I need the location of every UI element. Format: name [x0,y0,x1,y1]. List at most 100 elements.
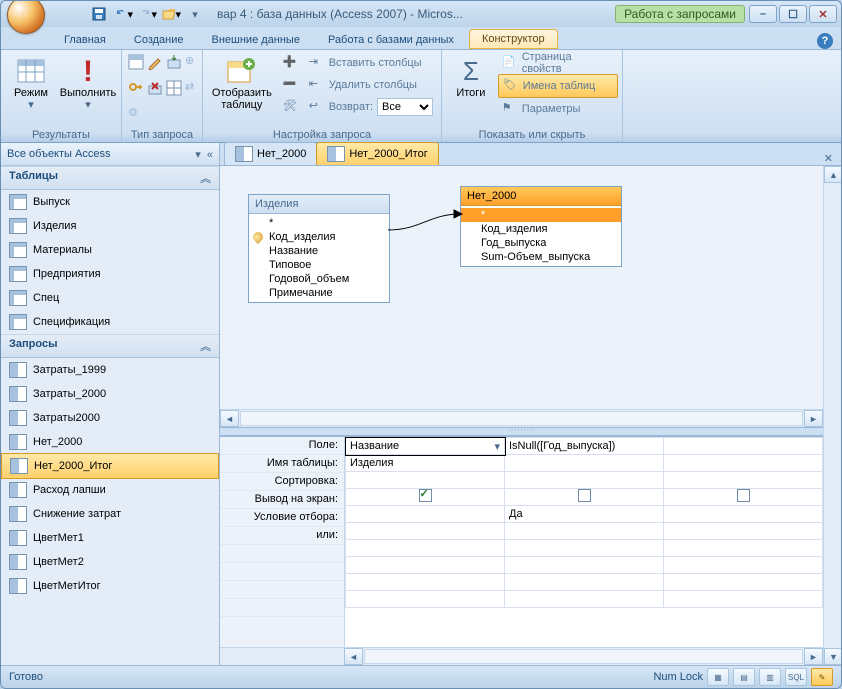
nav-item-query[interactable]: Нет_2000 [1,430,219,454]
group-querytype-label: Тип запроса [126,128,198,142]
tab-create[interactable]: Создание [121,30,197,49]
nav-item-table[interactable]: Предприятия [1,262,219,286]
save-icon[interactable] [89,4,109,24]
tab-dbtools[interactable]: Работа с базами данных [315,30,467,49]
minimize-button[interactable]: – [749,5,777,23]
view-pivotchart-icon[interactable]: ▥ [759,668,781,686]
checkbox-icon[interactable] [419,489,432,502]
run-button[interactable]: ! Выполнить▾ [59,52,117,114]
key-icon[interactable] [128,80,144,96]
nav-header[interactable]: Все объекты Access ▾ « [1,143,219,166]
nav-dropdown-icon[interactable]: ▾ « [195,148,213,161]
query-grid[interactable]: Название▾ IsNull([Год_выпуска]) Изделия [345,437,823,647]
navigation-pane: Все объекты Access ▾ « Таблицы︽ Выпуск Из… [1,143,220,665]
query-design-canvas[interactable]: Изделия *Код_изделияНазваниеТиповоеГодов… [220,166,823,409]
nav-item-table[interactable]: Спец [1,286,219,310]
nav-item-label: Изделия [33,220,76,232]
nav-item-query[interactable]: Затраты_2000 [1,382,219,406]
nav-item-query[interactable]: Нет_2000_Итог [1,453,219,479]
quick-access-toolbar: ▾ ▾ ▾ ▾ [89,4,205,24]
query-icon [9,554,27,570]
datadef-icon[interactable]: ⚙ [128,106,138,119]
workspace-vscroll[interactable]: ▲ ▼ [823,166,841,665]
checkbox-icon[interactable] [737,489,750,502]
close-button[interactable]: ✕ [809,5,837,23]
cell-field-1[interactable]: Название▾ [346,438,505,455]
delete-rows-icon: ➖ [283,77,299,93]
pencil-icon[interactable] [147,54,163,70]
nav-item-query[interactable]: Снижение затрат [1,502,219,526]
view-datasheet-icon[interactable]: ▦ [707,668,729,686]
scroll-up-icon[interactable]: ▲ [824,166,842,183]
cell-field-3[interactable] [664,438,823,455]
nav-item-query[interactable]: Затраты2000 [1,406,219,430]
delete-rows-button[interactable]: ➖ [279,74,303,96]
doc-tab-2[interactable]: Нет_2000_Итог [316,142,438,165]
builder-button[interactable]: 🛠 [279,96,303,118]
propsheet-button[interactable]: 📄Страница свойств [498,52,618,74]
maximize-button[interactable]: ☐ [779,5,807,23]
insert-cols-icon: ⇥ [309,55,325,71]
scroll-right-icon[interactable]: ► [804,648,823,665]
cell-criteria-2[interactable]: Да [505,506,664,523]
scroll-left-icon[interactable]: ◄ [220,410,239,427]
scroll-left-icon[interactable]: ◄ [344,648,363,665]
cell-show-3[interactable] [664,489,823,506]
cell-table-2[interactable] [505,455,664,472]
view-design-icon[interactable]: ✎ [811,668,833,686]
splitter[interactable]: ∙∙∙∙∙∙∙∙∙ [220,427,823,436]
nav-section-tables[interactable]: Таблицы︽ [1,166,219,190]
help-icon[interactable]: ? [817,33,833,49]
cell-show-2[interactable] [505,489,664,506]
row-field: Название▾ IsNull([Год_выпуска]) [346,438,823,455]
tablenames-button[interactable]: 🏷Имена таблиц [498,74,618,98]
tab-external[interactable]: Внешние данные [199,30,313,49]
doc-tab-1[interactable]: Нет_2000 [224,142,317,165]
grid-hscroll[interactable]: ◄ ► [220,647,823,665]
nav-item-query[interactable]: ЦветМетИтог [1,574,219,598]
totals-button[interactable]: Σ Итоги [446,52,496,102]
cell-field-2[interactable]: IsNull([Год_выпуска]) [505,438,664,455]
insert-rows-button[interactable]: ➕ [279,52,303,74]
nav-item-table[interactable]: Спецификация [1,310,219,334]
passthrough-icon[interactable]: ⇄ [185,80,194,93]
insert-cols-button[interactable]: ⇥Вставить столбцы [305,52,437,74]
scroll-down-icon[interactable]: ▼ [824,648,842,665]
view-label: Режим [14,87,48,99]
cell-table-1[interactable]: Изделия [346,455,505,472]
doc-close-button[interactable]: ✕ [820,152,837,165]
undo-icon[interactable]: ▾ [113,4,133,24]
return-combo[interactable]: Все [377,98,433,116]
qat-customize-icon[interactable]: ▾ [185,4,205,24]
nav-item-table[interactable]: Выпуск [1,190,219,214]
checkbox-icon[interactable] [578,489,591,502]
view-pivottable-icon[interactable]: ▤ [733,668,755,686]
group-results-label: Результаты [5,128,117,142]
cell-show-1[interactable] [346,489,505,506]
crosstab-icon[interactable] [166,80,182,96]
nav-item-query[interactable]: ЦветМет1 [1,526,219,550]
view-sql-icon[interactable]: SQL [785,668,807,686]
append-icon[interactable] [166,54,182,70]
nav-section-queries[interactable]: Запросы︽ [1,334,219,358]
showtable-button[interactable]: Отобразить таблицу [207,52,277,114]
nav-item-query[interactable]: Расход лапши [1,478,219,502]
row-show [346,489,823,506]
view-button[interactable]: Режим▾ [5,52,57,114]
params-button[interactable]: ⚑Параметры [498,98,618,120]
row-table: Изделия [346,455,823,472]
delete-query-icon[interactable] [147,80,163,96]
tab-design[interactable]: Конструктор [469,29,558,49]
union-icon[interactable]: ⊕ [185,54,194,67]
nav-item-query[interactable]: ЦветМет2 [1,550,219,574]
open-icon[interactable]: ▾ [161,4,181,24]
scroll-right-icon[interactable]: ► [804,410,823,427]
redo-icon[interactable]: ▾ [137,4,157,24]
nav-item-label: ЦветМет2 [33,556,84,568]
nav-item-table[interactable]: Изделия [1,214,219,238]
nav-item-query[interactable]: Затраты_1999 [1,358,219,382]
tab-home[interactable]: Главная [51,30,119,49]
nav-item-table[interactable]: Материалы [1,238,219,262]
delete-cols-button[interactable]: ⇤Удалить столбцы [305,74,437,96]
select-query-icon[interactable] [128,54,144,70]
